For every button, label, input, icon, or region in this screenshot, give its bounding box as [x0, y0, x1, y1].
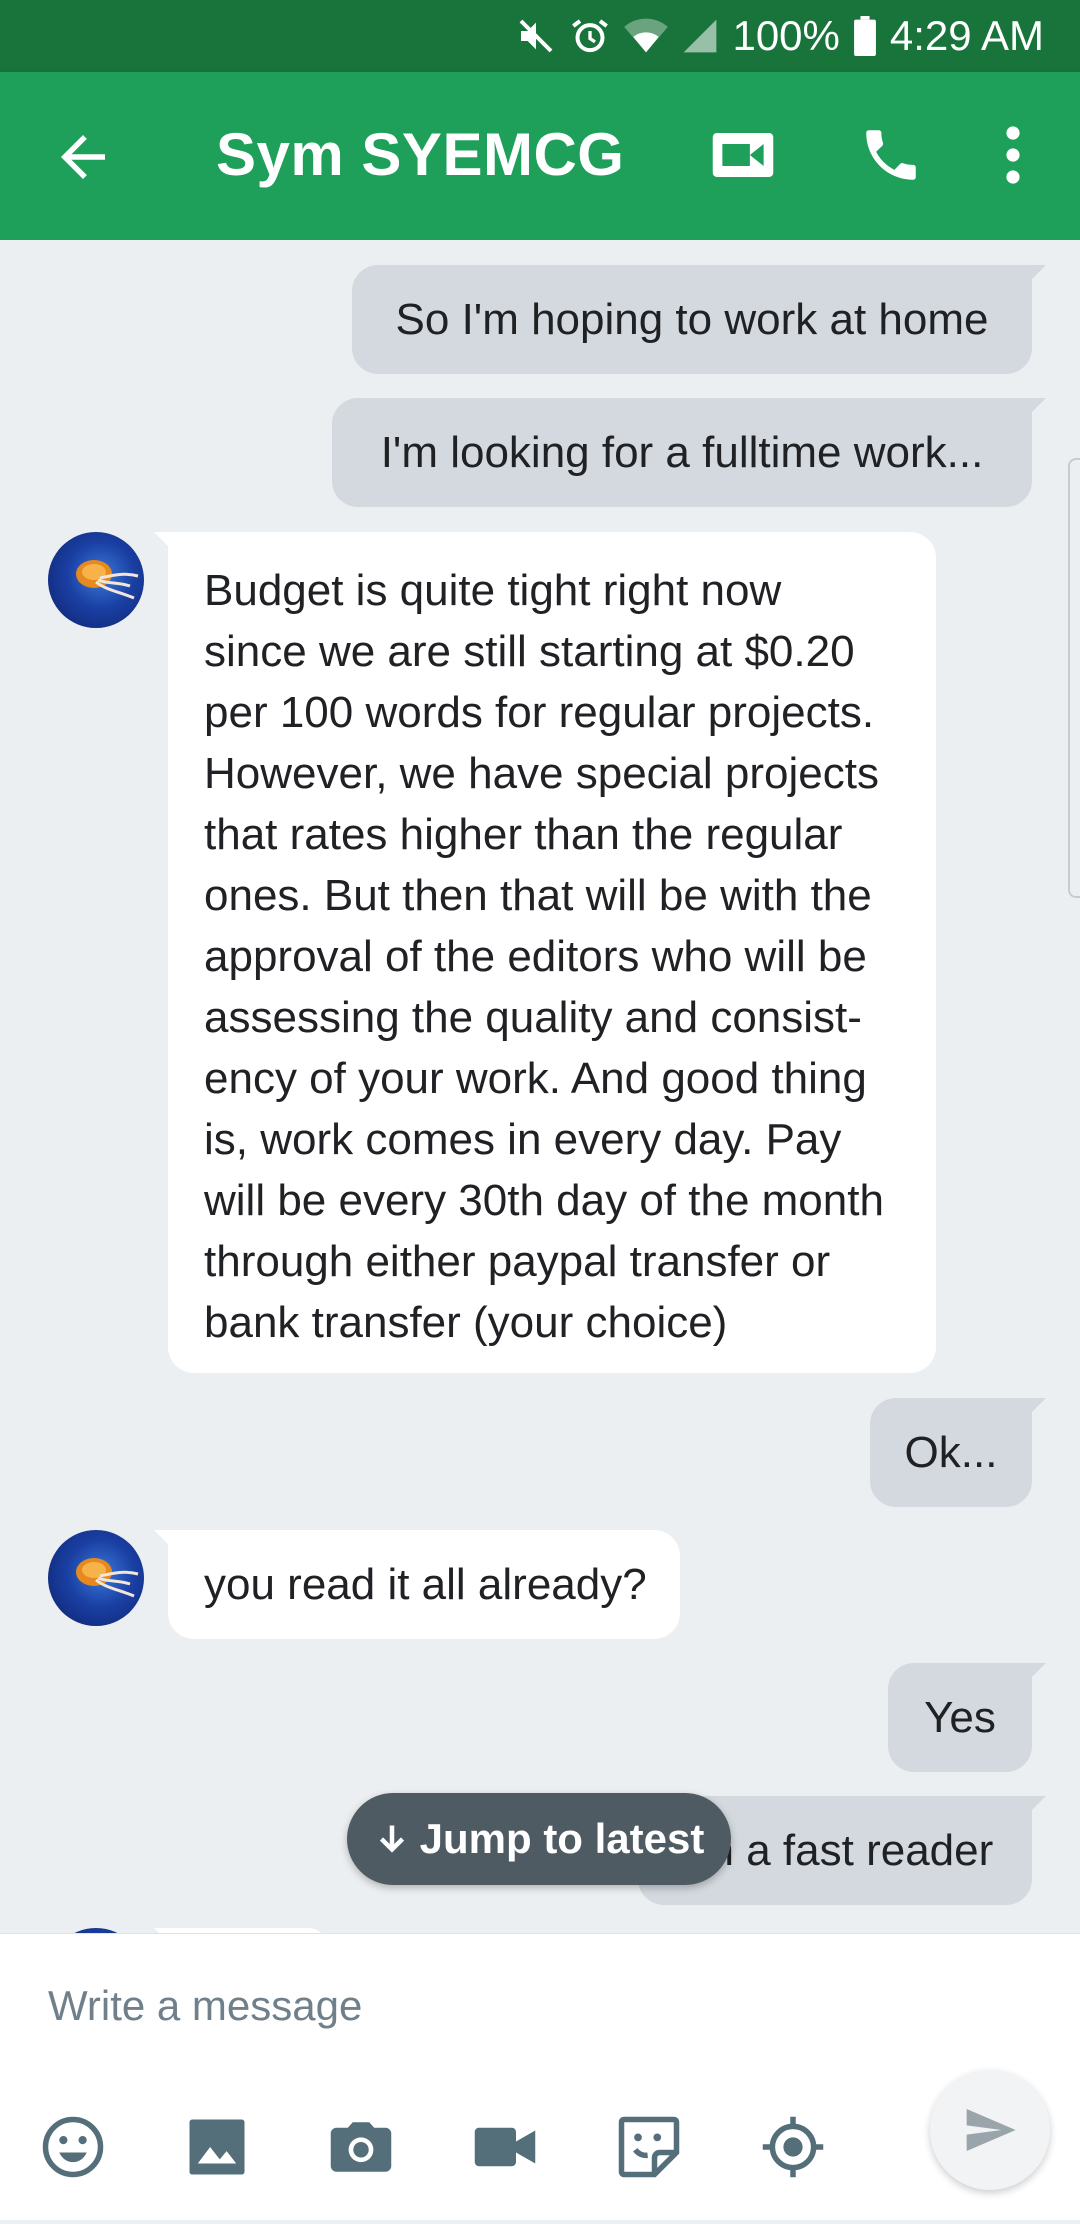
message-list[interactable]: So I'm hoping to work at home I'm lookin… — [0, 240, 1080, 1933]
composer-toolbar — [0, 2114, 1080, 2224]
incoming-message[interactable]: you read it all already? — [154, 1530, 680, 1639]
image-icon[interactable] — [184, 2114, 250, 2180]
camera-icon[interactable] — [328, 2114, 394, 2180]
clock: 4:29 AM — [889, 12, 1044, 59]
alarm-icon — [572, 19, 609, 53]
incoming-message[interactable]: Budget is quite tight right now since we… — [154, 532, 936, 1373]
phone-icon[interactable] — [858, 122, 924, 188]
app-bar: Sym SYEMCG — [0, 72, 1080, 240]
outgoing-message[interactable]: Ok... — [870, 1398, 1046, 1507]
message-input[interactable]: Write a message — [48, 1982, 362, 2030]
wifi-icon — [624, 18, 669, 53]
mute-icon — [520, 19, 553, 53]
jump-to-latest-label: Jump to latest — [419, 1815, 705, 1862]
battery-percent: 100% — [732, 12, 840, 59]
location-icon[interactable] — [760, 2114, 826, 2180]
video-icon[interactable] — [472, 2114, 538, 2180]
status-bar: 100% 4:29 AM — [0, 0, 1080, 72]
send-icon — [966, 2109, 1016, 2151]
avatar[interactable] — [48, 532, 144, 628]
arrow-down-icon — [379, 1825, 404, 1853]
outgoing-message[interactable]: So I'm hoping to work at home — [352, 265, 1046, 374]
video-call-icon[interactable] — [710, 127, 776, 183]
conversation-title[interactable]: Sym SYEMCG — [216, 120, 624, 189]
outgoing-message[interactable]: Yes — [888, 1663, 1046, 1772]
composer: Write a message — [0, 1933, 1080, 2220]
jellyfish-avatar-image — [76, 560, 139, 600]
emoji-icon[interactable] — [40, 2114, 106, 2180]
send-button[interactable] — [930, 2070, 1050, 2190]
battery-icon — [853, 16, 876, 56]
scrollbar-thumb[interactable] — [1068, 458, 1080, 898]
sticker-icon[interactable] — [616, 2114, 682, 2180]
jump-to-latest-button[interactable]: Jump to latest — [347, 1793, 731, 1885]
avatar[interactable] — [48, 1530, 144, 1626]
outgoing-message[interactable]: I'm looking for a fulltime work... — [332, 398, 1046, 507]
back-arrow-icon[interactable] — [50, 124, 116, 190]
signal-icon — [684, 19, 717, 53]
jellyfish-avatar-image — [76, 1558, 139, 1598]
more-vert-icon[interactable] — [990, 122, 1036, 188]
